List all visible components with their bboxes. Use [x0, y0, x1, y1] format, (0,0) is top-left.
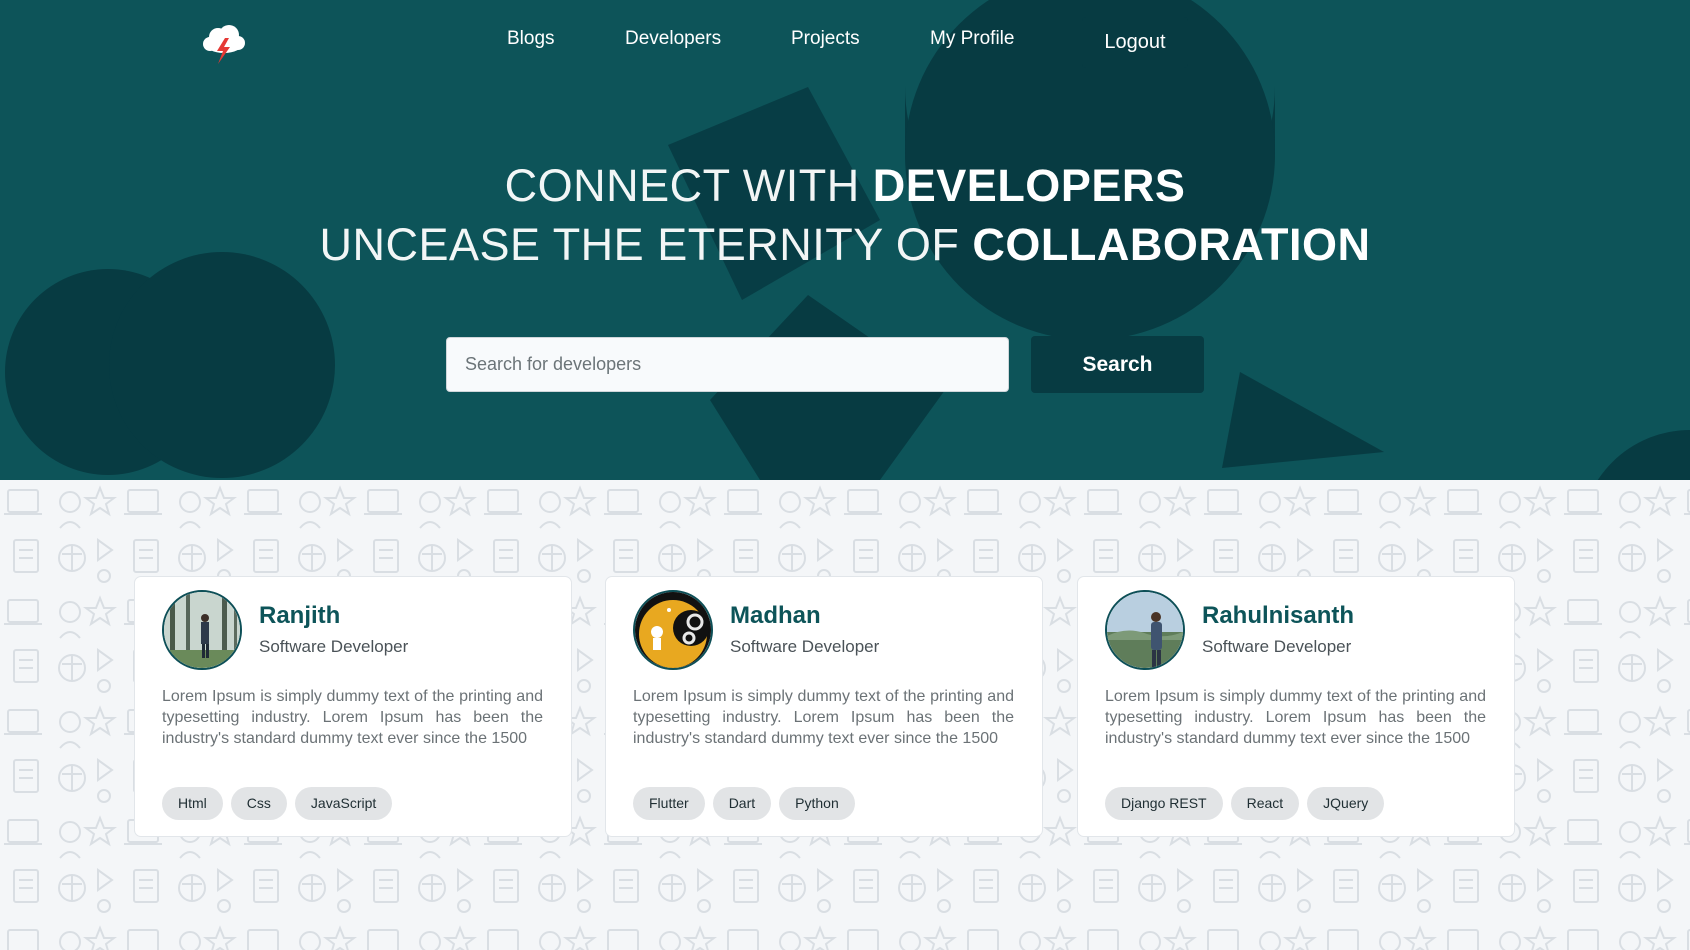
avatar-image-forest	[164, 592, 240, 668]
skill-tags: Html Css JavaScript	[162, 787, 393, 820]
developer-name[interactable]: Madhan	[730, 602, 821, 630]
skill-tag[interactable]: Css	[230, 787, 287, 820]
skill-tag[interactable]: React	[1230, 787, 1300, 820]
skill-tag[interactable]: Html	[162, 787, 223, 820]
skill-tag[interactable]: Flutter	[633, 787, 705, 820]
hero-title-line-1: CONNECT WITH DEVELOPERS	[0, 160, 1690, 212]
hero-circle-left-2	[109, 252, 335, 478]
hero-title-line-2-bold: COLLABORATION	[972, 219, 1371, 270]
developer-name[interactable]: Rahulnisanth	[1202, 602, 1354, 630]
developer-search-input[interactable]	[446, 337, 1009, 392]
nav-link-blogs[interactable]: Blogs	[507, 28, 555, 50]
search-button[interactable]: Search	[1031, 336, 1204, 393]
skill-tags: Flutter Dart Python	[633, 787, 855, 820]
developer-role: Software Developer	[730, 637, 880, 656]
skill-tag[interactable]: Dart	[712, 787, 772, 820]
avatar[interactable]	[1105, 590, 1185, 670]
developer-bio: Lorem Ipsum is simply dummy text of the …	[1105, 688, 1486, 747]
developer-card[interactable]: Rahulnisanth Software Developer Lorem Ip…	[1077, 576, 1515, 837]
hero-title-line-1-bold: DEVELOPERS	[872, 160, 1186, 211]
hero-triangle	[1222, 372, 1384, 468]
developer-name[interactable]: Ranjith	[259, 602, 340, 630]
developer-role: Software Developer	[259, 637, 409, 656]
avatar-image-landscape	[1107, 592, 1183, 668]
nav-link-developers[interactable]: Developers	[625, 28, 721, 50]
storm-cloud-logo-icon[interactable]	[200, 22, 248, 66]
nav-link-my-profile[interactable]: My Profile	[930, 28, 1014, 50]
avatar[interactable]	[162, 590, 242, 670]
navbar: Blogs Developers Projects My Profile Log…	[0, 0, 1690, 86]
developer-bio: Lorem Ipsum is simply dummy text of the …	[633, 688, 1014, 747]
developer-role: Software Developer	[1202, 637, 1352, 656]
hero-section: Blogs Developers Projects My Profile Log…	[0, 0, 1690, 480]
avatar[interactable]	[633, 590, 713, 670]
hero-circle-right	[1597, 430, 1690, 480]
logout-button[interactable]: Logout	[1082, 17, 1188, 68]
hero-title-line-2-light: UNCEASE THE ETERNITY OF	[319, 219, 973, 270]
skill-tag[interactable]: JQuery	[1307, 787, 1385, 820]
hero-title-line-2: UNCEASE THE ETERNITY OF COLLABORATION	[0, 219, 1690, 271]
hero-title-line-1-light: CONNECT WITH	[504, 160, 873, 211]
developer-card[interactable]: Madhan Software Developer Lorem Ipsum is…	[605, 576, 1043, 837]
skill-tag[interactable]: JavaScript	[294, 787, 393, 820]
skill-tag[interactable]: Python	[779, 787, 855, 820]
skill-tag[interactable]: Django REST	[1105, 787, 1223, 820]
developer-card[interactable]: Ranjith Software Developer Lorem Ipsum i…	[134, 576, 572, 837]
nav-link-projects[interactable]: Projects	[791, 28, 860, 50]
developer-bio: Lorem Ipsum is simply dummy text of the …	[162, 688, 543, 747]
avatar-image-astronaut-gears	[635, 592, 711, 668]
skill-tags: Django REST React JQuery	[1105, 787, 1385, 820]
